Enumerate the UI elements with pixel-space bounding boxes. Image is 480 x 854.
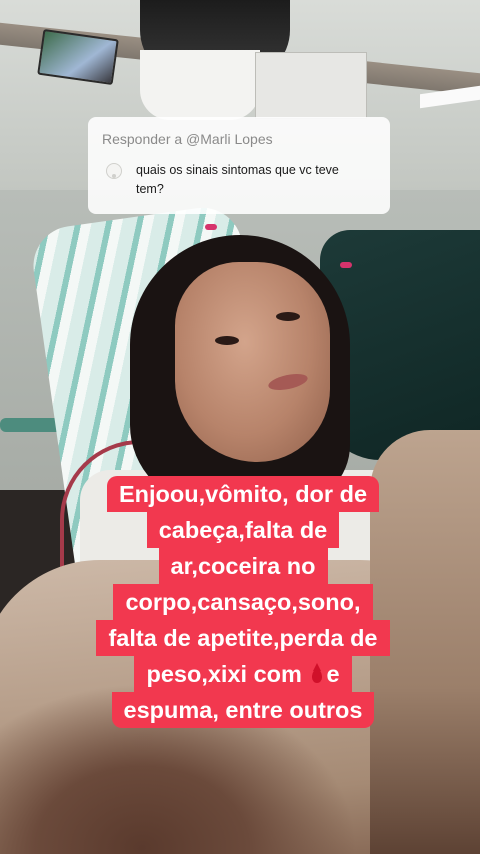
comment-line: quais os sinais sintomas que vc teve (136, 163, 339, 177)
caption-line: cabeça,falta de (146, 512, 340, 548)
reply-header: Responder a @Marli Lopes (102, 131, 273, 147)
blood-drop-icon (312, 663, 323, 683)
caption-text: e (326, 661, 340, 687)
caption-line: ar,coceira no (158, 548, 328, 584)
caption-text: peso,xixi com (146, 661, 302, 687)
caption-line: espuma, entre outros (111, 692, 375, 728)
symptoms-caption: Enjoou,vômito, dor de cabeça,falta de ar… (72, 476, 414, 728)
commenter-avatar (106, 163, 122, 179)
lamp-fixture (140, 50, 260, 120)
fingernail (340, 262, 352, 268)
reply-comment-card[interactable]: Responder a @Marli Lopes quais os sinais… (88, 117, 390, 214)
comment-line: tem? (136, 182, 164, 196)
caption-line: falta de apetite,perda de (96, 620, 390, 656)
fingernail (205, 224, 217, 230)
caption-line: Enjoou,vômito, dor de (106, 476, 380, 512)
caption-line: corpo,cansaço,sono, (113, 584, 373, 620)
medical-panel (255, 52, 367, 119)
caption-line-with-icon: peso,xixi com e (134, 656, 352, 692)
reply-comment-text: quais os sinais sintomas que vc teve tem… (136, 161, 376, 199)
